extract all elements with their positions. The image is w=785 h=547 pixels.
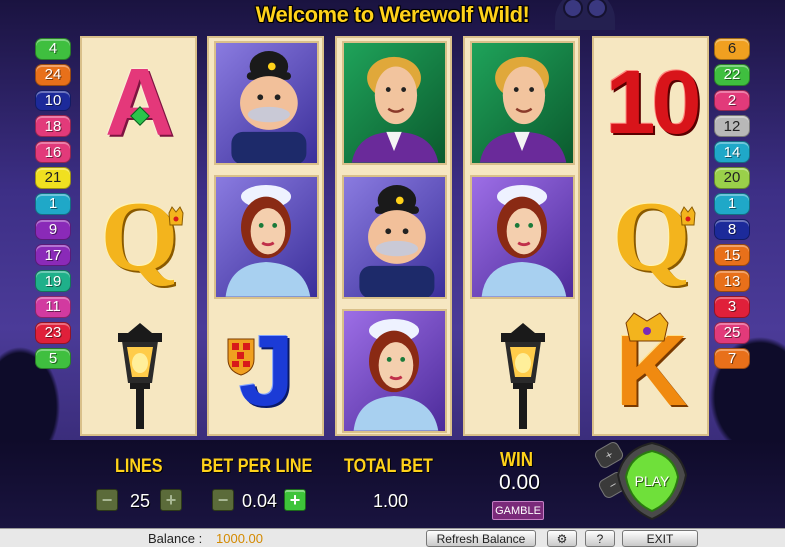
crown-icon xyxy=(680,206,696,226)
right-payline-badge[interactable]: 15 xyxy=(714,244,750,267)
win-value: 0.00 xyxy=(499,471,540,494)
reel-4 xyxy=(463,36,580,436)
exit-button[interactable]: EXIT xyxy=(622,530,698,547)
policeman-icon xyxy=(359,185,435,297)
left-payline-badge[interactable]: 19 xyxy=(35,270,71,292)
left-payline-badge[interactable]: 10 xyxy=(35,89,71,112)
symbol-lamp xyxy=(87,309,192,433)
right-payline-badge[interactable]: 1 xyxy=(714,192,750,215)
symbol-k: K xyxy=(599,309,704,433)
crown-icon xyxy=(168,206,184,226)
right-payline-badge[interactable]: 20 xyxy=(714,166,750,189)
symbol-gentleman xyxy=(342,41,447,165)
left-payline-badge[interactable]: 18 xyxy=(35,115,71,138)
symbol-maid xyxy=(342,309,447,433)
play-label: PLAY xyxy=(634,473,670,489)
shield-icon xyxy=(227,338,255,376)
right-payline-badge[interactable]: 7 xyxy=(714,347,750,370)
bet-plus-button[interactable]: + xyxy=(284,489,306,511)
street-lamp-icon xyxy=(500,323,545,429)
maid-icon xyxy=(481,185,567,297)
left-payline-badge[interactable]: 11 xyxy=(35,295,71,318)
total-bet-label: TOTAL BET xyxy=(344,456,433,477)
right-payline-badge[interactable]: 12 xyxy=(714,115,750,138)
right-payline-badge[interactable]: 3 xyxy=(714,295,750,318)
reel-1: A Q xyxy=(80,36,197,436)
play-controls: + − PLAY xyxy=(592,437,688,521)
win-label: WIN xyxy=(500,449,534,471)
balance-value: 1000.00 xyxy=(216,531,263,546)
left-payline-badge[interactable]: 24 xyxy=(35,63,71,86)
left-payline-badge[interactable]: 21 xyxy=(35,166,71,189)
left-payline-badges: 4 24 10 18 16 21 1 9 17 19 11 23 5 xyxy=(35,38,71,370)
refresh-balance-button[interactable]: Refresh Balance xyxy=(426,530,536,547)
play-button[interactable]: PLAY xyxy=(616,441,688,521)
reel-3 xyxy=(335,36,452,436)
right-payline-badge[interactable]: 14 xyxy=(714,141,750,163)
symbol-a-letter: A xyxy=(104,49,175,156)
lines-label: LINES xyxy=(115,456,163,477)
street-lamp-icon xyxy=(117,323,162,429)
right-payline-badge[interactable]: 25 xyxy=(714,321,750,344)
total-bet-value: 1.00 xyxy=(373,491,409,511)
right-payline-badges: 6 22 2 12 14 20 1 8 15 13 3 25 7 xyxy=(714,38,750,370)
gear-icon: ⚙ xyxy=(556,531,568,546)
gentleman-icon xyxy=(479,56,567,163)
left-payline-badge[interactable]: 9 xyxy=(35,218,71,241)
left-payline-badge[interactable]: 4 xyxy=(35,38,71,60)
reel-5: 10 Q K xyxy=(592,36,709,436)
symbol-maid xyxy=(470,175,575,299)
balance-label: Balance : xyxy=(148,531,203,546)
bet-per-line-value: 0.04 xyxy=(242,491,278,511)
right-payline-badge[interactable]: 8 xyxy=(714,218,750,241)
settings-button[interactable]: ⚙ xyxy=(547,530,577,547)
symbol-q: Q xyxy=(87,175,192,299)
symbol-j: J xyxy=(214,309,319,433)
crown-icon xyxy=(625,312,669,342)
right-payline-badge[interactable]: 13 xyxy=(714,270,750,292)
symbol-maid xyxy=(214,175,319,299)
symbol-policeman xyxy=(342,175,447,299)
bet-minus-button[interactable]: − xyxy=(212,489,234,511)
left-payline-badge[interactable]: 5 xyxy=(35,347,71,370)
lines-plus-button[interactable]: + xyxy=(160,489,182,511)
left-payline-badge[interactable]: 23 xyxy=(35,321,71,344)
right-payline-badge[interactable]: 22 xyxy=(714,63,750,86)
left-payline-badge[interactable]: 17 xyxy=(35,244,71,267)
symbol-q-letter: Q xyxy=(612,181,691,292)
gamble-button[interactable]: GAMBLE xyxy=(492,501,544,520)
symbol-q-letter: Q xyxy=(100,181,179,292)
policeman-icon xyxy=(231,51,307,163)
symbol-gentleman xyxy=(470,41,575,165)
lines-minus-button[interactable]: − xyxy=(96,489,118,511)
reel-2: J xyxy=(207,36,324,436)
maid-icon xyxy=(225,185,311,297)
bet-per-line-label: BET PER LINE xyxy=(201,456,313,477)
left-payline-badge[interactable]: 16 xyxy=(35,141,71,163)
right-payline-badge[interactable]: 6 xyxy=(714,38,750,60)
left-payline-badge[interactable]: 1 xyxy=(35,192,71,215)
maid-icon xyxy=(353,319,439,431)
symbol-a: A xyxy=(87,41,192,165)
symbol-policeman xyxy=(214,41,319,165)
game-title: Welcome to Werewolf Wild! xyxy=(255,2,530,27)
right-payline-badge[interactable]: 2 xyxy=(714,89,750,112)
symbol-lamp xyxy=(470,309,575,433)
help-button[interactable]: ? xyxy=(585,530,615,547)
gentleman-icon xyxy=(351,56,439,163)
symbol-q: Q xyxy=(599,175,704,299)
symbol-10: 10 xyxy=(599,41,704,165)
symbol-10-digits: 10 xyxy=(605,53,701,153)
lines-value: 25 xyxy=(130,491,151,511)
